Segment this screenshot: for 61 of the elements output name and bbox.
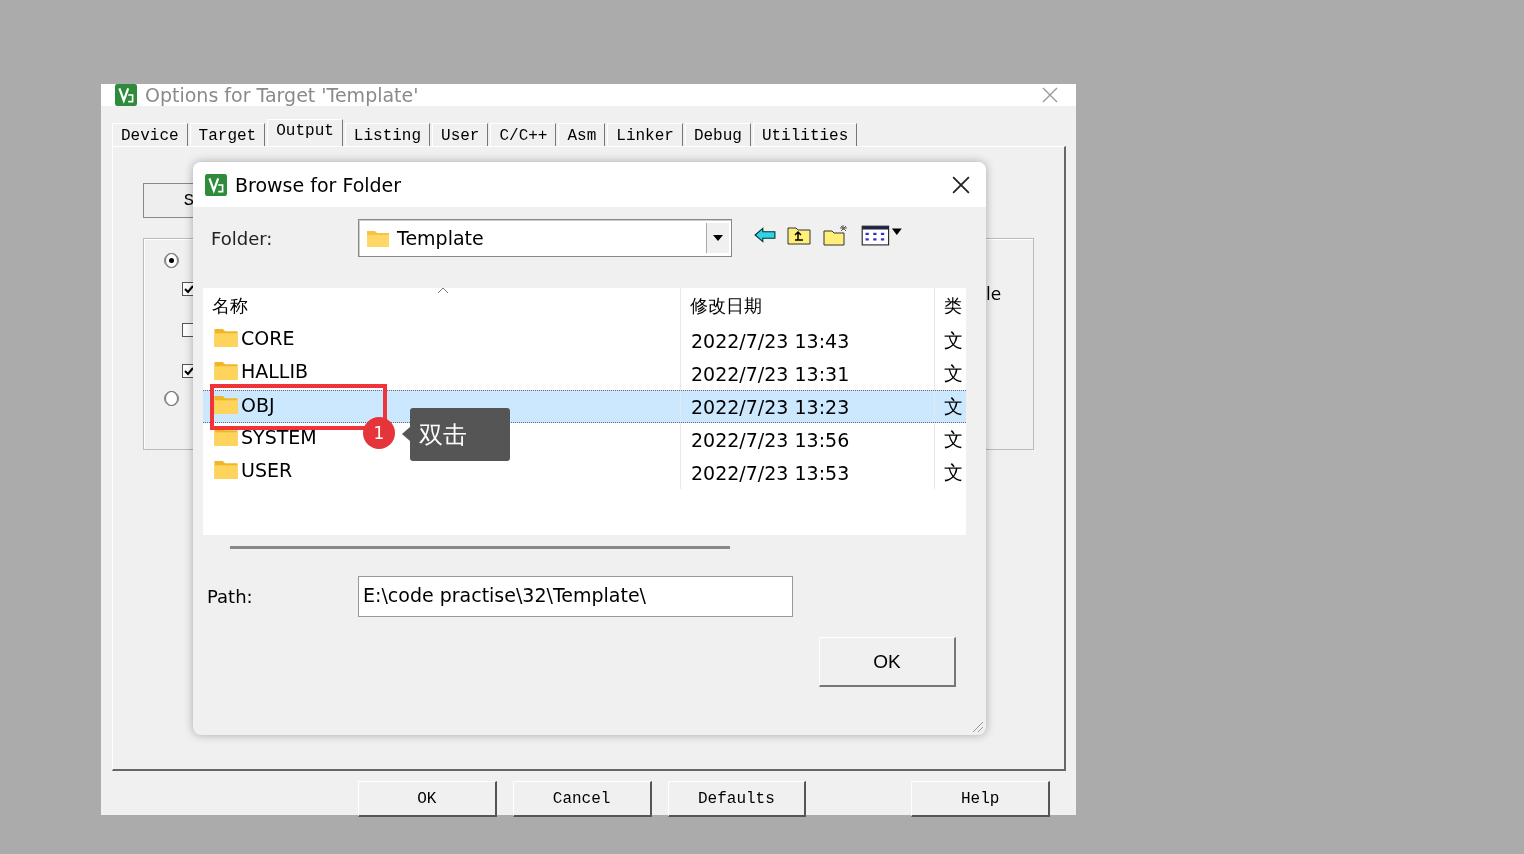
- folder-icon: [213, 360, 239, 381]
- folder-name: SYSTEM: [241, 426, 317, 448]
- folder-icon: [213, 459, 239, 480]
- folder-icon: [213, 394, 239, 415]
- tab[interactable]: Debug: [684, 123, 751, 146]
- tab[interactable]: C/C++: [490, 123, 557, 146]
- folder-name: OBJ: [241, 394, 275, 416]
- dialog-button[interactable]: Cancel: [512, 781, 652, 817]
- dialog-title: Browse for Folder: [235, 173, 402, 196]
- view-menu-icon[interactable]: [860, 224, 904, 246]
- back-arrow-icon[interactable]: [754, 227, 776, 243]
- app-icon: [205, 173, 227, 196]
- type-cell-text: 文: [944, 459, 963, 485]
- radio-button[interactable]: [165, 391, 178, 406]
- tab[interactable]: Linker: [607, 123, 683, 146]
- column-header[interactable]: 修改日期: [680, 288, 934, 324]
- sort-caret-icon: [437, 287, 449, 294]
- folder-dropdown[interactable]: Template: [358, 219, 732, 257]
- folder-icon: [213, 327, 239, 348]
- folder-name: HALLIB: [241, 360, 309, 382]
- tab[interactable]: Utilities: [752, 123, 858, 146]
- date-cell: 2022/7/23 13:56: [691, 428, 850, 451]
- resize-grip-icon[interactable]: [970, 719, 984, 733]
- folder-row[interactable]: OBJ 2022/7/23 13:23 文: [203, 390, 966, 423]
- caret-icon: [713, 235, 723, 241]
- path-label: Path:: [206, 586, 254, 607]
- date-cell: 2022/7/23 13:53: [691, 461, 850, 484]
- tab[interactable]: User: [432, 123, 489, 146]
- tooltip: 双击: [410, 408, 510, 461]
- folder-up-icon[interactable]: [786, 225, 812, 245]
- column-header[interactable]: 名称: [203, 288, 680, 324]
- path-field[interactable]: E:\code practise\32\Template\: [358, 576, 793, 617]
- tab[interactable]: Asm: [558, 123, 606, 146]
- dialog-button[interactable]: OK: [358, 781, 497, 817]
- type-cell-text: 文: [944, 360, 963, 386]
- radio-button[interactable]: [165, 253, 178, 268]
- folder-row[interactable]: CORE 2022/7/23 13:43 文: [203, 324, 966, 357]
- dialog-button[interactable]: Defaults: [667, 781, 807, 817]
- tab[interactable]: Listing: [344, 123, 431, 146]
- type-cell-text: 文: [944, 327, 963, 353]
- date-cell: 2022/7/23 13:31: [691, 362, 850, 385]
- column-header[interactable]: 类: [934, 288, 966, 324]
- folder-label: Folder:: [210, 227, 274, 249]
- ok-button[interactable]: OK: [819, 637, 956, 687]
- folder-name: CORE: [241, 327, 295, 349]
- option-label: le: [986, 284, 1002, 304]
- folder-name: USER: [241, 459, 293, 481]
- window-title: Options for Target 'Template': [145, 84, 419, 106]
- type-cell-text: 文: [944, 426, 963, 452]
- type-cell-text: 文: [944, 393, 963, 419]
- scroll-bar[interactable]: [230, 546, 730, 549]
- date-cell: 2022/7/23 13:43: [691, 329, 850, 352]
- dialog-button[interactable]: Help: [911, 781, 1050, 817]
- folder-icon: [365, 228, 391, 248]
- date-cell: 2022/7/23 13:23: [691, 395, 850, 418]
- close-icon[interactable]: [952, 175, 970, 194]
- tooltip-pointer: [402, 427, 410, 441]
- tab[interactable]: Target: [189, 123, 266, 146]
- tab[interactable]: Output: [267, 119, 343, 146]
- new-folder-icon[interactable]: [822, 224, 850, 246]
- tab[interactable]: Device: [112, 123, 188, 146]
